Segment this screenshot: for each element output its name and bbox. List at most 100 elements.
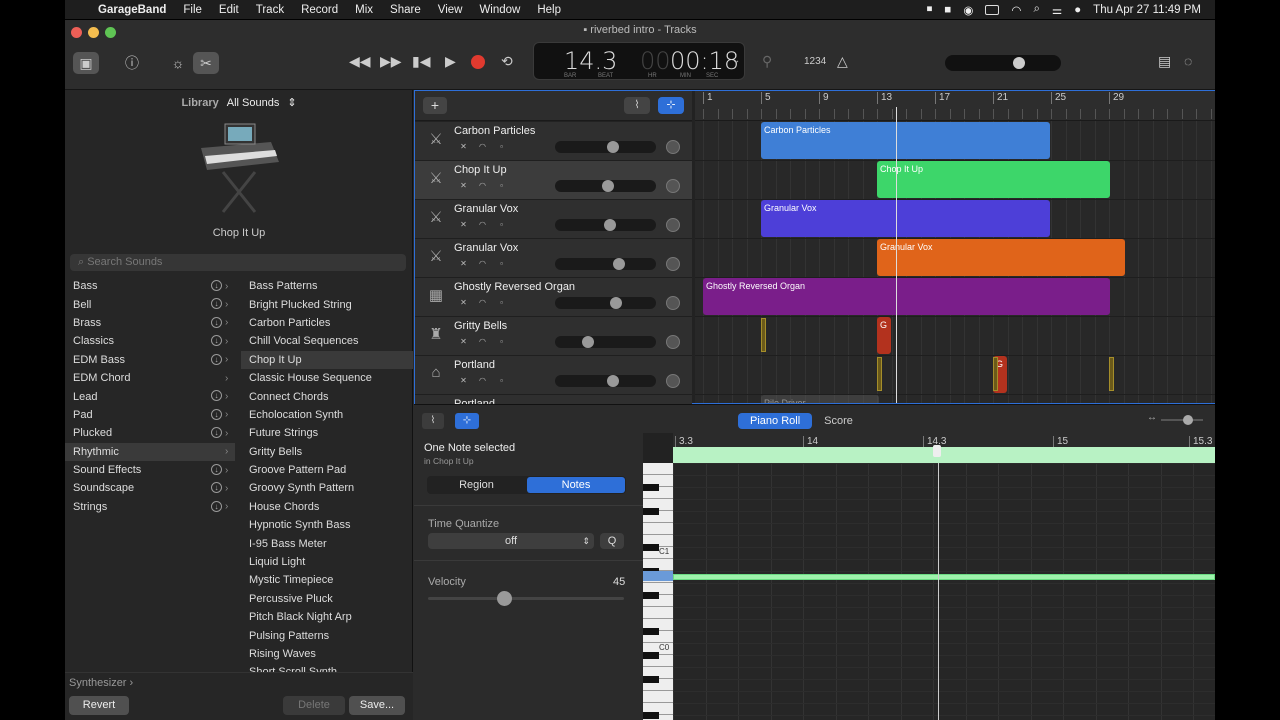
- track-volume-slider[interactable]: [555, 297, 656, 309]
- camera-icon[interactable]: ■: [944, 4, 951, 16]
- category-item[interactable]: Classics ↓ ›: [65, 332, 235, 350]
- editors-button[interactable]: ✂: [193, 52, 219, 74]
- track-name[interactable]: Granular Vox: [454, 242, 518, 254]
- sounds-dropdown[interactable]: All Sounds: [227, 97, 280, 109]
- category-item[interactable]: EDM Chord ›: [65, 369, 235, 387]
- sound-item[interactable]: Gritty Bells: [241, 443, 413, 461]
- track-name[interactable]: Chop It Up: [454, 164, 507, 176]
- go-to-beginning-icon[interactable]: ▮◀: [412, 53, 430, 70]
- patch-path[interactable]: Synthesizer ›: [69, 677, 133, 689]
- smart-controls-button[interactable]: ☼: [165, 52, 191, 74]
- download-icon[interactable]: ↓: [211, 335, 222, 347]
- loop-browser-icon[interactable]: ◌: [1184, 53, 1192, 69]
- track-header[interactable]: ⌂ Portland ✕ ◠ ▫: [415, 356, 692, 395]
- track-region[interactable]: Pile Driver: [761, 395, 879, 403]
- mute-icon[interactable]: ✕: [458, 259, 469, 270]
- headphones-icon[interactable]: ◠: [477, 337, 488, 348]
- lock-icon[interactable]: ▫: [496, 259, 507, 270]
- editor-automation-button[interactable]: ⌇: [422, 413, 444, 429]
- track-region[interactable]: G: [877, 317, 891, 354]
- track-volume-knob[interactable]: [582, 336, 594, 348]
- menu-file[interactable]: File: [183, 4, 202, 16]
- pan-knob[interactable]: [666, 257, 680, 271]
- mute-icon[interactable]: ✕: [458, 181, 469, 192]
- sound-item[interactable]: Echolocation Synth: [241, 406, 413, 424]
- cycle-icon[interactable]: ⟲: [501, 53, 513, 70]
- track-volume-slider[interactable]: [555, 258, 656, 270]
- menu-record[interactable]: Record: [301, 4, 338, 16]
- download-icon[interactable]: ↓: [211, 427, 222, 439]
- track-volume-slider[interactable]: [555, 219, 656, 231]
- track-volume-slider[interactable]: [555, 141, 656, 153]
- library-button[interactable]: ▣: [73, 52, 99, 74]
- lock-icon[interactable]: ▫: [496, 220, 507, 231]
- track-volume-knob[interactable]: [610, 297, 622, 309]
- pan-knob[interactable]: [666, 179, 680, 193]
- white-key[interactable]: [643, 463, 673, 475]
- sound-item[interactable]: Hypnotic Synth Bass: [241, 516, 413, 534]
- fast-forward-icon[interactable]: ▶▶: [380, 53, 402, 70]
- stop-icon[interactable]: ⏹: [927, 3, 933, 16]
- piano-roll-grid[interactable]: [673, 463, 1215, 720]
- category-item[interactable]: Lead ↓ ›: [65, 387, 235, 405]
- time-quantize-select[interactable]: off ⇕: [428, 533, 594, 549]
- category-item[interactable]: Soundscape ↓ ›: [65, 479, 235, 497]
- mute-icon[interactable]: ✕: [458, 337, 469, 348]
- pan-knob[interactable]: [666, 335, 680, 349]
- master-volume-slider[interactable]: [945, 55, 1061, 71]
- delete-button[interactable]: Delete: [283, 696, 345, 715]
- snap-button[interactable]: ⊹: [658, 97, 684, 114]
- track-volume-knob[interactable]: [607, 375, 619, 387]
- sound-item[interactable]: Carbon Particles: [241, 314, 413, 332]
- track-volume-slider[interactable]: [555, 180, 656, 192]
- track-region[interactable]: Ghostly Reversed Organ: [703, 278, 1110, 315]
- track-header[interactable]: ⚔ Granular Vox ✕ ◠ ▫: [415, 239, 692, 278]
- menu-mix[interactable]: Mix: [355, 4, 373, 16]
- menu-view[interactable]: View: [438, 4, 463, 16]
- wifi-icon[interactable]: ◠: [1011, 3, 1021, 17]
- sound-item[interactable]: Connect Chords: [241, 387, 413, 405]
- mute-icon[interactable]: ✕: [458, 298, 469, 309]
- automation-button[interactable]: ⌇: [624, 97, 650, 114]
- black-key[interactable]: [643, 712, 659, 719]
- updown-icon[interactable]: ⇕: [287, 97, 296, 109]
- lock-icon[interactable]: ▫: [496, 181, 507, 192]
- tab-piano-roll[interactable]: Piano Roll: [738, 413, 813, 429]
- category-item[interactable]: Pad ↓ ›: [65, 406, 235, 424]
- editor-snap-button[interactable]: ⊹: [455, 413, 479, 429]
- track-volume-slider[interactable]: [555, 375, 656, 387]
- category-item[interactable]: Bass ↓ ›: [65, 277, 235, 295]
- timeline-grid[interactable]: Carbon Particles Chop It Up Granular Vox Gr…: [695, 121, 1215, 403]
- master-volume-knob[interactable]: [1013, 57, 1025, 69]
- black-key[interactable]: [643, 652, 659, 659]
- category-item[interactable]: Brass ↓ ›: [65, 314, 235, 332]
- menu-app-name[interactable]: GarageBand: [98, 4, 166, 16]
- piano-keyboard[interactable]: C1 C0: [643, 463, 673, 720]
- headphones-icon[interactable]: ◠: [477, 142, 488, 153]
- track-volume-slider[interactable]: [555, 336, 656, 348]
- category-item[interactable]: Rhythmic ›: [65, 442, 235, 461]
- pan-knob[interactable]: [666, 374, 680, 388]
- headphones-icon[interactable]: ◠: [477, 298, 488, 309]
- quick-help-button[interactable]: ⓘ: [119, 52, 145, 74]
- download-icon[interactable]: ↓: [211, 353, 222, 365]
- menu-clock[interactable]: Thu Apr 27 11:49 PM: [1093, 4, 1201, 16]
- lock-icon[interactable]: ▫: [496, 142, 507, 153]
- siri-icon[interactable]: ●: [1074, 4, 1081, 16]
- download-icon[interactable]: ↓: [211, 280, 222, 291]
- download-icon[interactable]: ↓: [211, 316, 222, 328]
- lock-icon[interactable]: ▫: [496, 376, 507, 387]
- sound-item[interactable]: Bright Plucked String: [241, 295, 413, 313]
- track-name[interactable]: Gritty Bells: [454, 320, 507, 332]
- black-key[interactable]: [643, 628, 659, 635]
- download-icon[interactable]: ↓: [211, 500, 222, 512]
- sound-item[interactable]: Future Strings: [241, 424, 413, 442]
- track-header[interactable]: ⚔ Granular Vox ✕ ◠ ▫: [415, 200, 692, 239]
- menu-share[interactable]: Share: [390, 4, 421, 16]
- sound-item[interactable]: Bass Patterns: [241, 277, 413, 295]
- download-icon[interactable]: ↓: [211, 408, 222, 420]
- track-region[interactable]: Granular Vox: [761, 200, 1050, 237]
- search-sounds-input[interactable]: ⌕ Search Sounds: [70, 254, 406, 271]
- black-key[interactable]: [643, 676, 659, 683]
- menu-help[interactable]: Help: [537, 4, 561, 16]
